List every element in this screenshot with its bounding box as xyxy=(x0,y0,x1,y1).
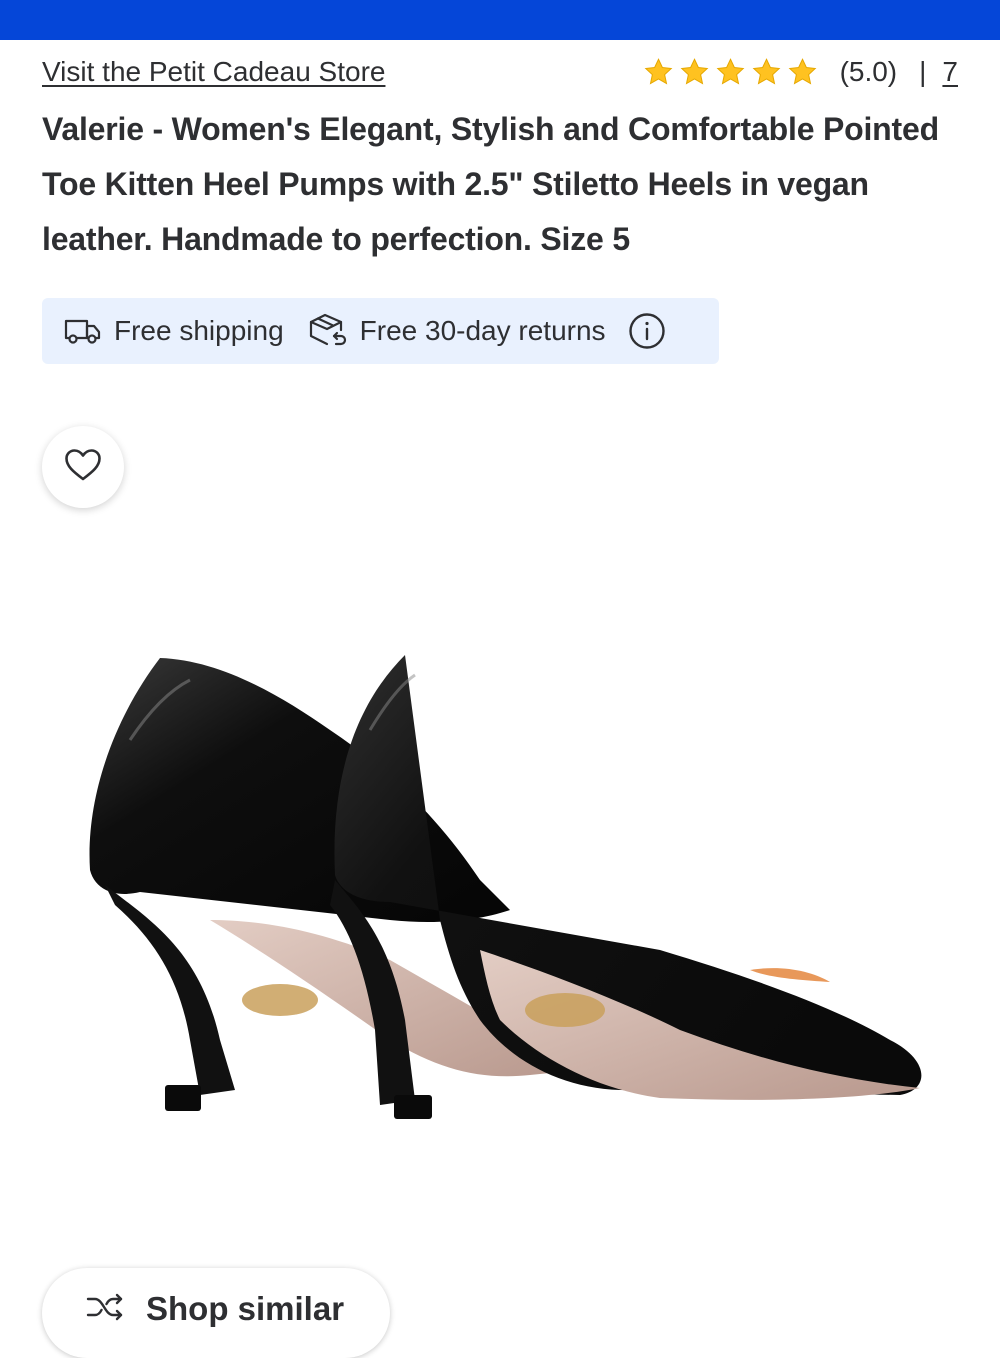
rating-separator: | xyxy=(919,56,927,87)
shoe-pair-image xyxy=(89,655,922,1119)
store-link[interactable]: Visit the Petit Cadeau Store xyxy=(42,56,385,88)
free-shipping-text: Free shipping xyxy=(114,315,284,346)
shop-similar-button[interactable]: Shop similar xyxy=(42,1268,390,1358)
shuffle-icon xyxy=(86,1292,124,1327)
info-icon[interactable] xyxy=(628,312,666,350)
product-image[interactable] xyxy=(60,620,960,1140)
shop-similar-label: Shop similar xyxy=(146,1290,345,1327)
product-title: Valerie - Women's Elegant, Stylish and C… xyxy=(42,111,939,257)
rating-summary[interactable]: (5.0) | 7 xyxy=(643,56,958,88)
benefits-banner: Free shipping Free 30-day returns xyxy=(42,298,719,364)
review-count-link[interactable]: 7 xyxy=(942,56,958,88)
top-app-bar xyxy=(0,0,1000,40)
favorite-button[interactable] xyxy=(42,426,124,508)
star-icon xyxy=(679,57,710,87)
return-box-icon xyxy=(308,312,348,350)
star-icon xyxy=(715,57,746,87)
truck-icon xyxy=(64,316,102,346)
star-rating xyxy=(643,57,818,87)
free-shipping-benefit: Free shipping xyxy=(64,315,284,347)
heart-icon xyxy=(64,448,102,487)
free-returns-text: Free 30-day returns xyxy=(359,315,606,346)
store-rating-row: Visit the Petit Cadeau Store (5.0) | 7 xyxy=(42,52,958,92)
star-icon xyxy=(643,57,674,87)
star-icon xyxy=(751,57,782,87)
star-icon xyxy=(787,57,818,87)
rating-value: (5.0) xyxy=(839,56,898,87)
free-returns-benefit: Free 30-day returns xyxy=(308,312,606,350)
